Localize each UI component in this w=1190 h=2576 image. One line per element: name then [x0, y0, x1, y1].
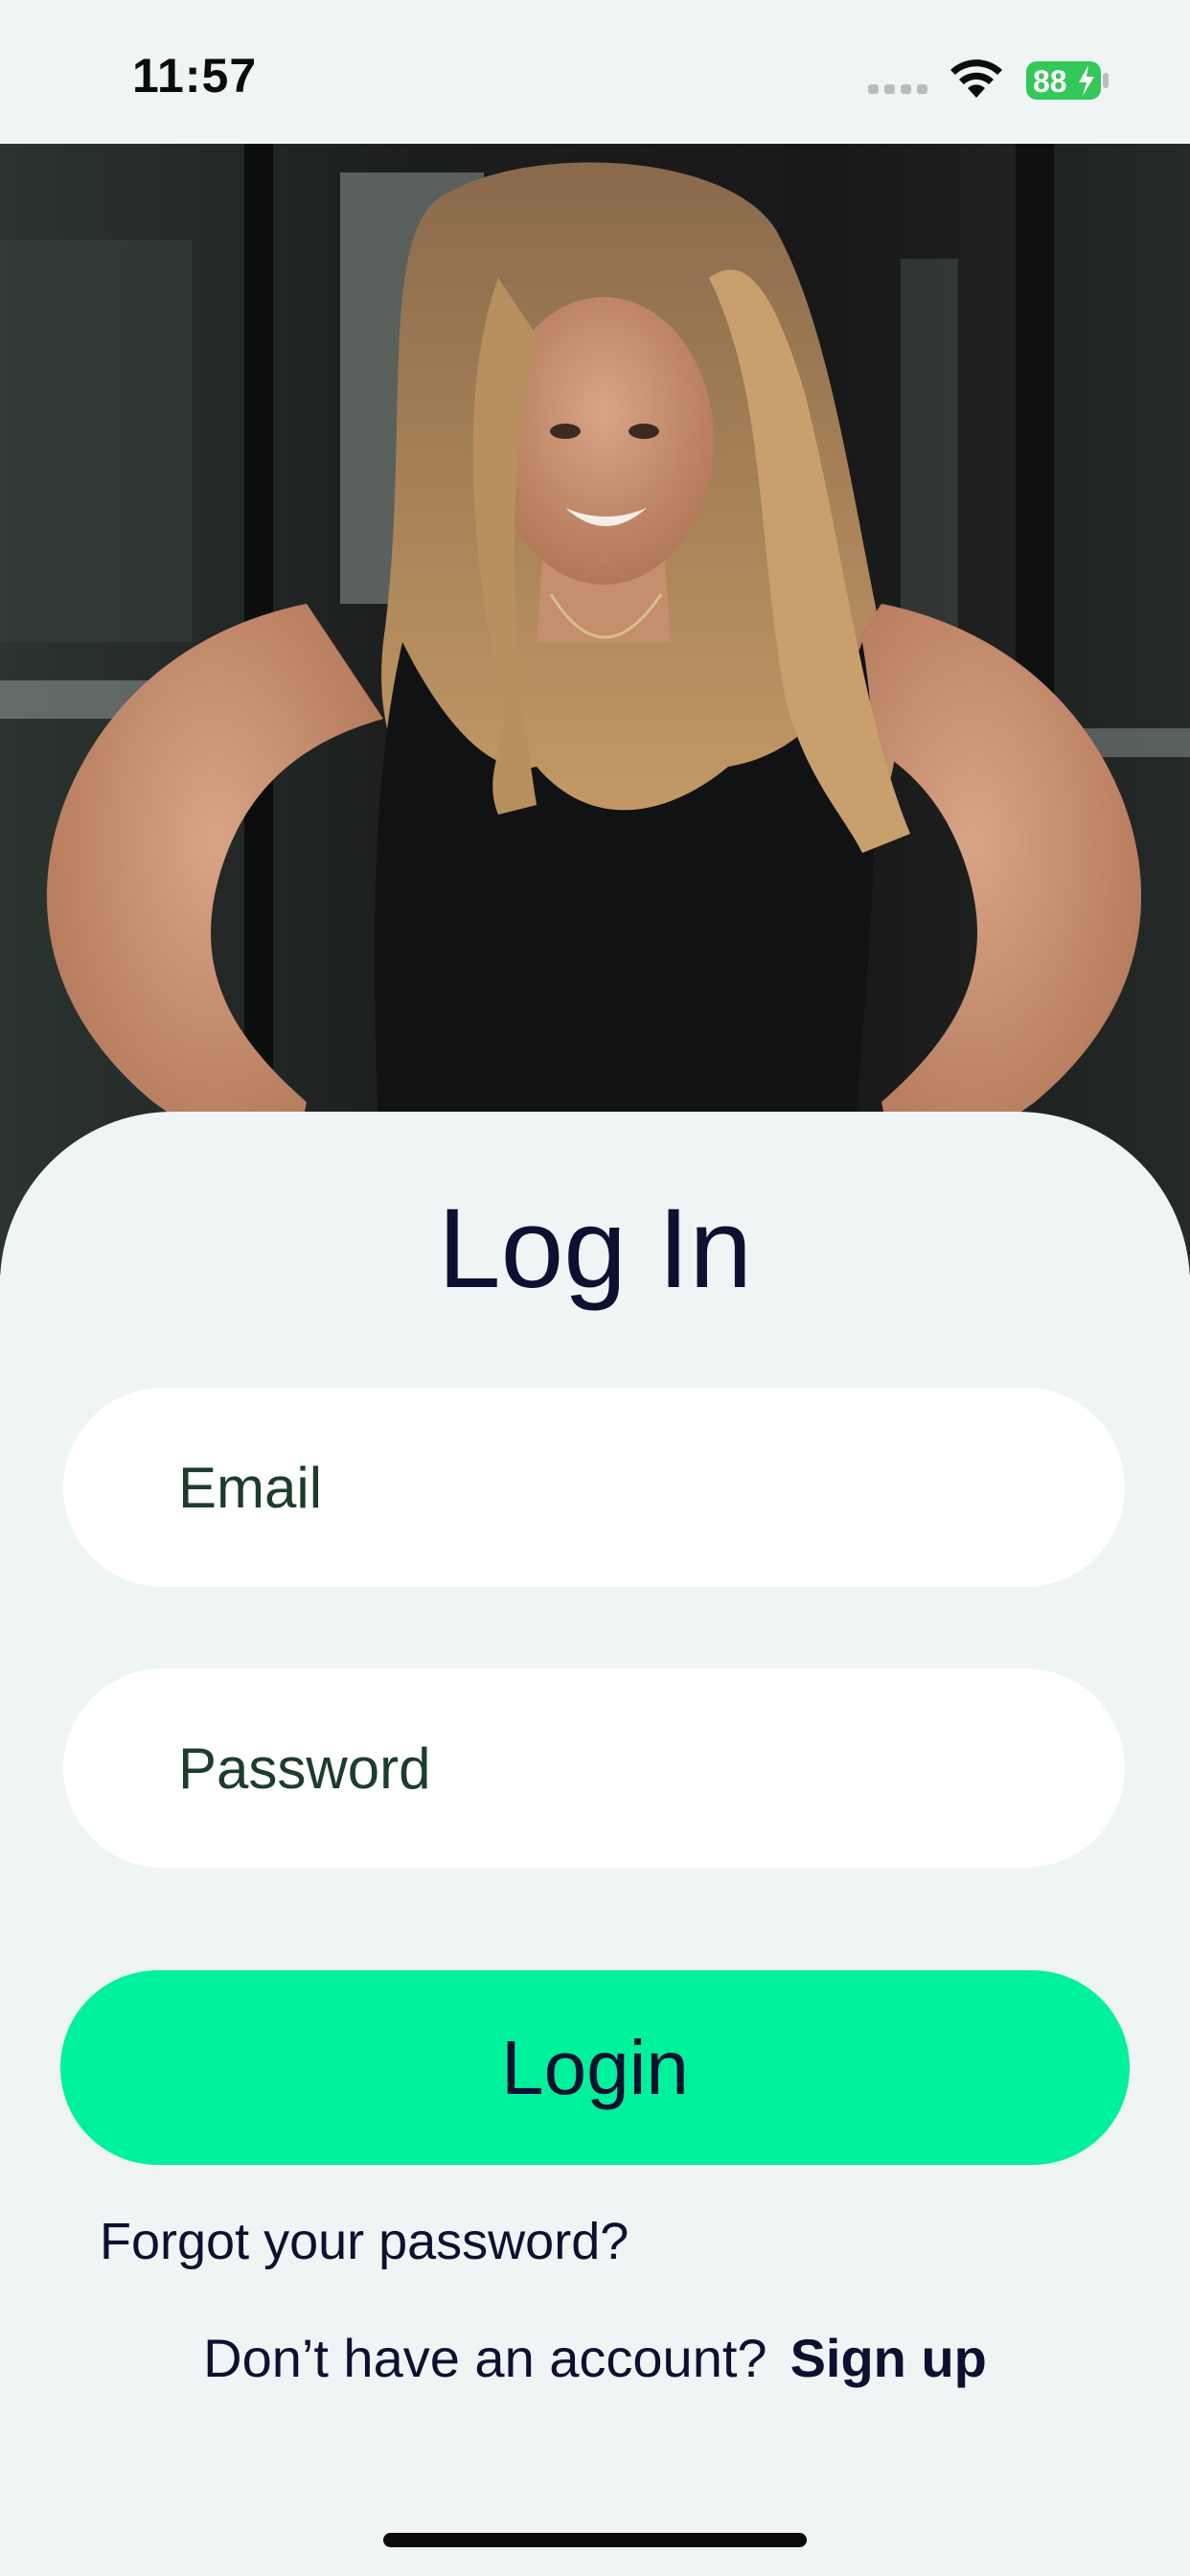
email-field-container — [63, 1388, 1125, 1587]
password-field[interactable] — [63, 1668, 1125, 1868]
email-field[interactable] — [63, 1388, 1125, 1587]
password-field-container — [63, 1668, 1125, 1868]
hero-photo — [0, 144, 1190, 1275]
signup-row: Don’t have an account? Sign up — [0, 2327, 1190, 2389]
page-title: Log In — [437, 1185, 753, 1312]
battery-charging-icon: 88 — [1026, 61, 1109, 100]
home-indicator[interactable] — [383, 2533, 807, 2547]
forgot-password-link[interactable]: Forgot your password? — [100, 2212, 629, 2271]
sign-up-link[interactable]: Sign up — [790, 2328, 987, 2388]
status-time: 11:57 — [132, 49, 258, 103]
no-account-text: Don’t have an account? — [203, 2328, 767, 2388]
login-button[interactable]: Login — [60, 1970, 1130, 2165]
status-bar: 11:57 88 — [0, 0, 1190, 144]
cellular-signal-icon — [868, 84, 927, 94]
wifi-icon — [950, 59, 1002, 98]
battery-level-text: 88 — [1033, 64, 1067, 99]
